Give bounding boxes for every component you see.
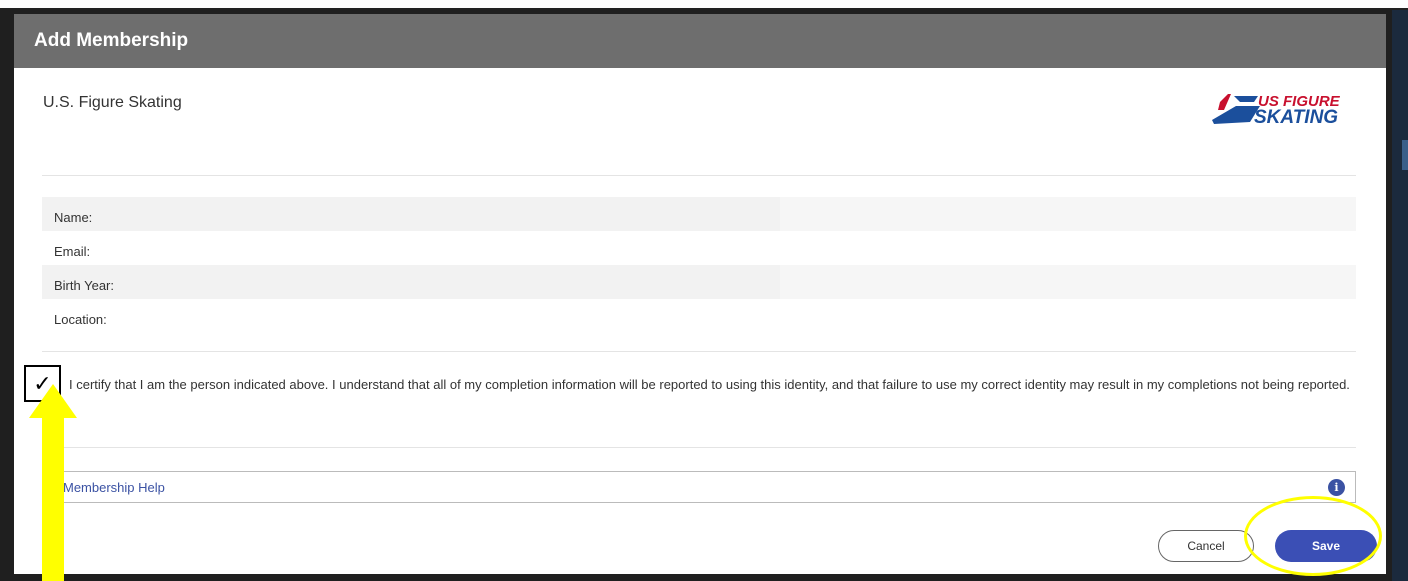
logo-text-line2: SKATING xyxy=(1254,107,1338,128)
background-page-edge xyxy=(1392,10,1408,581)
window-top-edge xyxy=(0,0,1408,10)
organization-name: U.S. Figure Skating xyxy=(43,94,182,111)
save-button[interactable]: Save xyxy=(1275,530,1377,562)
yellow-arrow-shaft xyxy=(42,416,64,581)
dialog-title: Add Membership xyxy=(14,14,1386,68)
membership-help-link[interactable]: Membership Help xyxy=(63,480,165,495)
field-row-email: Email: xyxy=(42,231,1356,265)
field-value-email xyxy=(780,231,1356,265)
membership-help-bar[interactable]: Membership Help i xyxy=(42,471,1356,503)
divider-bottom xyxy=(42,447,1356,448)
field-row-location: Location: xyxy=(42,299,1356,333)
info-circle-icon[interactable]: i xyxy=(1328,479,1345,496)
field-row-birth-year: Birth Year: xyxy=(42,265,1356,299)
field-label-location: Location: xyxy=(54,312,107,327)
cancel-button[interactable]: Cancel xyxy=(1158,530,1254,562)
certify-statement: I certify that I am the person indicated… xyxy=(69,377,1350,392)
field-row-name: Name: xyxy=(42,197,1356,231)
field-label-name: Name: xyxy=(54,210,93,225)
field-value-name xyxy=(780,197,1356,231)
divider-middle xyxy=(42,351,1356,352)
field-value-birth-year xyxy=(780,265,1356,299)
add-membership-dialog: Add Membership U.S. Figure Skating US FI… xyxy=(14,14,1386,574)
field-value-location xyxy=(780,299,1356,333)
field-label-birth-year: Birth Year: xyxy=(54,278,114,293)
us-figure-skating-logo: US FIGURE SKATING xyxy=(1212,93,1341,128)
field-label-email: Email: xyxy=(54,244,91,259)
yellow-arrow-head xyxy=(29,384,77,418)
divider-top xyxy=(42,175,1356,176)
